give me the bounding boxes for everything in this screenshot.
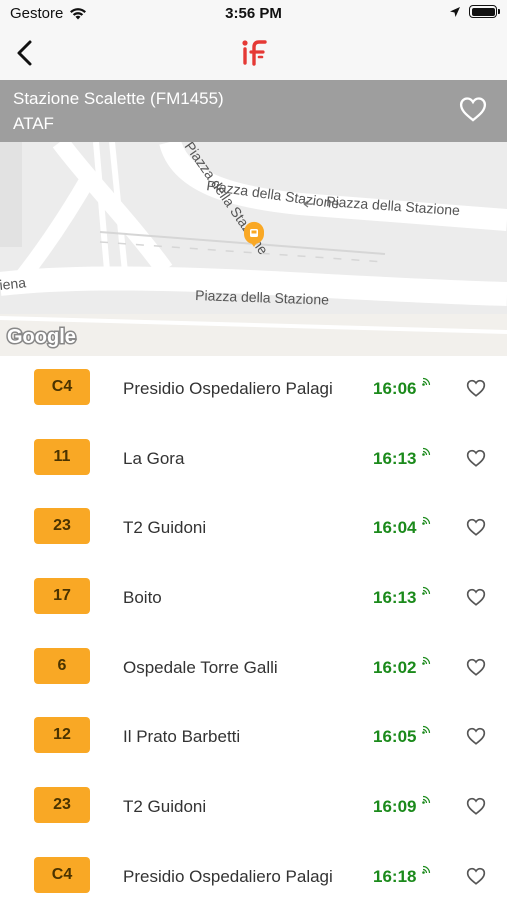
heart-icon[interactable] [466, 797, 486, 815]
heart-icon[interactable] [466, 588, 486, 606]
destination-label: Presidio Ospedaliero Palagi [123, 379, 333, 398]
realtime-signal-icon [422, 796, 431, 804]
departure-time: 16:05 [373, 727, 417, 747]
heart-icon[interactable] [459, 96, 487, 122]
if-logo-icon [242, 40, 267, 66]
location-arrow-icon [450, 6, 460, 17]
departure-row[interactable]: 23 T2 Guidoni 16:09 [0, 774, 507, 844]
line-badge: 23 [34, 508, 90, 545]
destination-label: T2 Guidoni [123, 797, 207, 817]
realtime-signal-icon [422, 656, 431, 665]
stop-name: Stazione Scalette (FM1455) [13, 89, 224, 108]
departure-time: 16:02 [373, 657, 417, 677]
departure-time: 16:13 [373, 448, 417, 468]
battery-icon [469, 5, 500, 18]
destination-label: Ospedale Torre Galli [123, 657, 278, 677]
heart-icon[interactable] [466, 727, 486, 746]
line-badge: 11 [34, 438, 90, 475]
departure-row[interactable]: 23 T2 Guidoni 16:04 [0, 495, 507, 565]
line-badge: C4 [34, 856, 90, 893]
departure-row[interactable]: 11 La Gora 16:13 [0, 426, 507, 496]
departure-time: 16:04 [373, 518, 417, 538]
status-time: 3:56 PM [225, 5, 282, 22]
departure-row[interactable]: 6 Ospedale Torre Galli 16:02 [0, 635, 507, 705]
destination-label: T2 Guidoni [123, 518, 207, 538]
map-view[interactable]: Piazza della Stazione Piazza della Stazi… [0, 142, 507, 356]
line-badge: 23 [34, 787, 90, 824]
departure-row[interactable]: 12 Il Prato Barbetti 16:05 [0, 704, 507, 774]
map-canvas: Piazza della Stazione Piazza della Stazi… [0, 142, 507, 356]
destination-label: Presidio Ospedaliero Palagi [123, 866, 333, 886]
departure-time: 16:09 [373, 797, 417, 817]
navigation-bar [0, 28, 507, 80]
departure-row[interactable]: C4 Presidio Ospedaliero Palagi 16:18 [0, 844, 507, 900]
departure-time: 16:13 [373, 588, 417, 608]
destination-label: Il Prato Barbetti [123, 727, 241, 747]
status-indicators [449, 5, 500, 18]
status-bar: Gestore 3:56 PM [0, 0, 507, 28]
departures-list: C4 Presidio Ospedaliero Palagi 16:06 11 … [0, 356, 507, 900]
heart-icon[interactable] [466, 867, 486, 885]
street-label: iena [0, 274, 27, 293]
stop-agency: ATAF [13, 114, 54, 133]
stop-header: Stazione Scalette (FM1455) ATAF [0, 80, 507, 142]
heart-icon[interactable] [466, 449, 486, 467]
realtime-signal-icon [422, 726, 431, 735]
heart-icon[interactable] [466, 379, 486, 397]
chevron-left-icon[interactable] [10, 38, 40, 68]
departure-time: 16:18 [373, 866, 417, 886]
departure-time: 16:06 [373, 379, 417, 398]
realtime-signal-icon [422, 517, 431, 526]
realtime-signal-icon [422, 586, 431, 595]
realtime-signal-icon [422, 447, 431, 456]
realtime-signal-icon [422, 377, 431, 386]
destination-label: La Gora [123, 448, 185, 468]
departure-row[interactable]: C4 Presidio Ospedaliero Palagi 16:06 [0, 356, 507, 426]
line-badge: 12 [34, 717, 90, 754]
departure-row[interactable]: 17 Boito 16:13 [0, 565, 507, 635]
destination-label: Boito [123, 588, 162, 608]
heart-icon[interactable] [466, 658, 486, 676]
realtime-signal-icon [422, 865, 431, 874]
heart-icon[interactable] [466, 518, 486, 537]
line-badge: C4 [34, 369, 90, 405]
line-badge: 6 [34, 647, 90, 684]
line-badge: 17 [34, 578, 90, 615]
map-attribution: Google [7, 326, 76, 348]
